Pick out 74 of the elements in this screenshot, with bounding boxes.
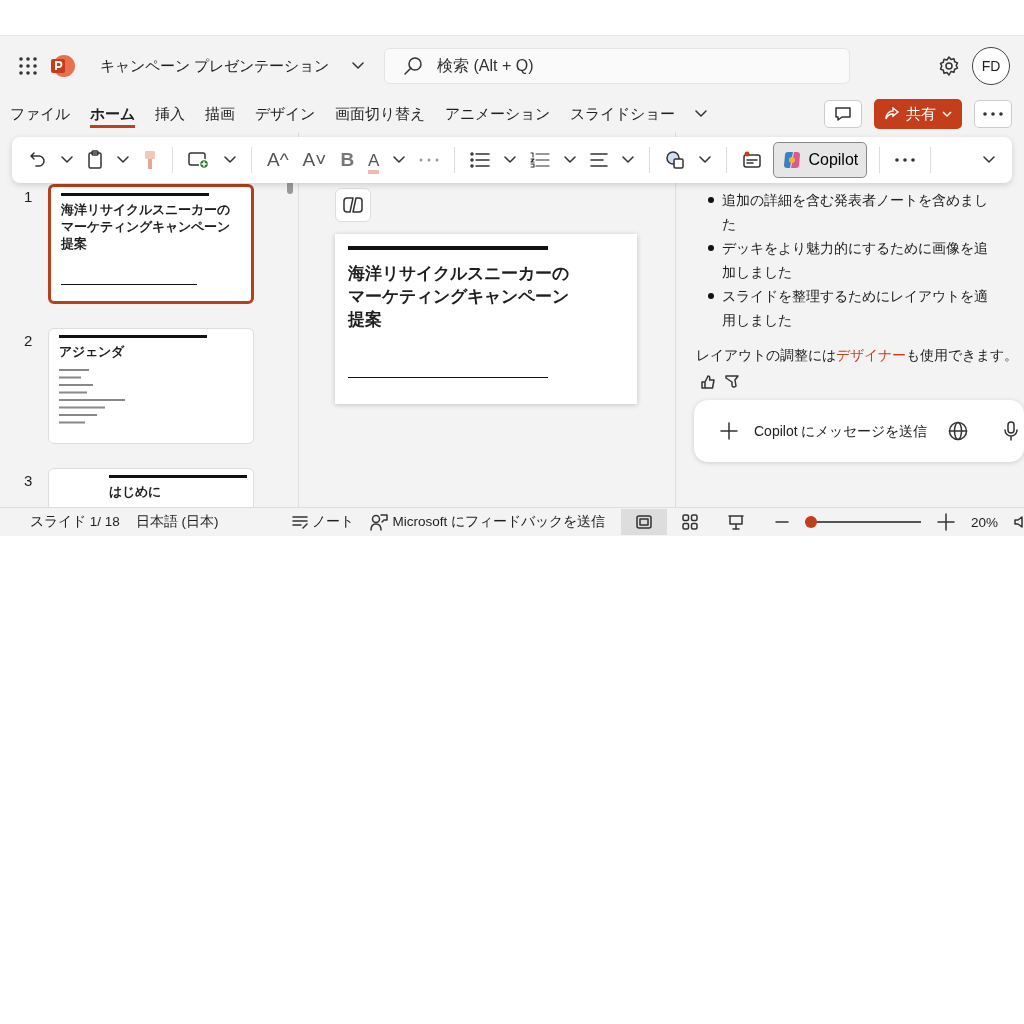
chevron-down-icon	[942, 110, 952, 118]
app-launcher-icon[interactable]	[18, 56, 38, 76]
copilot-icon	[782, 150, 803, 170]
message-composer[interactable]: Copilot にメッセージを送信	[694, 400, 1024, 462]
slide-title: 海洋リサイクルスニーカーのマーケティングキャンペーン提案	[61, 202, 231, 253]
thumbs-up-icon[interactable]	[700, 374, 716, 390]
comments-button[interactable]	[824, 100, 862, 128]
ribbon-tab[interactable]: スライドショー	[570, 100, 675, 128]
globe-icon[interactable]	[948, 421, 968, 441]
copilot-button[interactable]	[335, 188, 372, 222]
settings-icon[interactable]	[938, 55, 960, 77]
slide-number: 2	[24, 331, 34, 351]
comment-icon	[834, 106, 852, 122]
zoom-percent: 20%	[970, 514, 998, 530]
notes-icon	[292, 515, 309, 529]
document-title[interactable]: キャンペーン プレゼンテーション	[100, 56, 340, 76]
more-icon	[983, 112, 1003, 116]
slide-number: 1	[24, 187, 34, 207]
plus-icon[interactable]	[720, 422, 738, 440]
app-logo-icon	[50, 54, 76, 78]
speaker-icon	[1014, 515, 1024, 529]
ribbon-tab[interactable]: 画面切り替え	[335, 100, 425, 128]
language-label: 日本語 (日本)	[135, 513, 219, 531]
bullet-icon	[708, 197, 714, 203]
slide-thumbnail[interactable]: 海洋リサイクルスニーカーのマーケティングキャンペーン提案	[48, 184, 254, 304]
slide-counter: スライド 1/ 18	[30, 513, 120, 531]
ribbon-tab[interactable]: アニメーション	[445, 100, 550, 128]
normal-view-icon[interactable]	[620, 509, 667, 535]
ribbon-tab[interactable]: ホーム	[90, 100, 135, 128]
chevron-down-icon[interactable]	[221, 156, 239, 164]
slide-title: 海洋リサイクルスニーカーのマーケティングキャンペーン提案	[348, 263, 571, 331]
slide-title: アジェンダ	[59, 344, 126, 361]
grow-font-button[interactable]: A^	[264, 149, 292, 171]
ribbon-tab[interactable]: ファイル	[10, 100, 70, 128]
ribbon-tab[interactable]: デザイン	[255, 100, 315, 128]
ribbon-tab[interactable]: 挿入	[155, 100, 185, 128]
bullet-icon	[708, 293, 714, 299]
zoom-in-icon[interactable]	[936, 513, 955, 531]
slide-number: 3	[24, 471, 34, 491]
expand-ribbon-icon[interactable]	[980, 156, 998, 164]
scrollbar-thumb[interactable]	[287, 180, 293, 194]
chevron-down-icon[interactable]	[114, 156, 132, 164]
chevron-down-icon[interactable]	[58, 156, 76, 164]
chevron-down-icon[interactable]	[695, 110, 707, 118]
more-options-button[interactable]	[974, 100, 1012, 128]
bullet-item: デッキをより魅力的にするために画像を追加しました	[722, 239, 989, 282]
user-avatar[interactable]: FD	[972, 47, 1010, 85]
feedback-icon	[370, 513, 389, 531]
slide-thumbnail[interactable]: アジェンダ	[48, 328, 254, 444]
feedback-button[interactable]: Microsoft にフィードバックを送信	[370, 513, 605, 531]
bullet-icon	[708, 245, 714, 251]
copilot-button[interactable]: Copilot	[773, 142, 868, 178]
slide-thumbnail[interactable]: はじめに	[48, 468, 254, 507]
bullet-item: 追加の詳細を含む発表者ノートを含めました	[722, 191, 989, 234]
font-color-button[interactable]: A	[368, 151, 380, 174]
notes-button[interactable]: ノート	[292, 513, 355, 531]
shrink-font-button[interactable]: A˅	[299, 149, 330, 171]
share-icon	[884, 107, 900, 121]
agenda-lines-drawing	[59, 369, 125, 424]
slider-thumb[interactable]	[804, 516, 817, 528]
copilot-icon	[343, 196, 364, 214]
ribbon-tab[interactable]: 描画	[205, 100, 235, 128]
bullet-item: スライドを整理するためにレイアウトを適用しました	[722, 287, 989, 330]
search-icon	[403, 56, 423, 76]
microphone-icon[interactable]	[1004, 421, 1018, 441]
share-button[interactable]: 共有	[874, 99, 962, 129]
zoom-slider[interactable]	[804, 516, 921, 528]
search-box[interactable]: 検索 (Alt + Q)	[384, 48, 850, 84]
message-input[interactable]: Copilot にメッセージを送信	[752, 422, 934, 440]
assistant-message: レイアウトの調整にはデザイナーも使用できます。	[696, 347, 1019, 365]
bold-button[interactable]: B	[337, 149, 358, 171]
search-field[interactable]: 検索 (Alt + Q)	[435, 56, 739, 76]
slide-title: はじめに	[109, 484, 162, 501]
chevron-down-icon[interactable]	[352, 62, 364, 70]
